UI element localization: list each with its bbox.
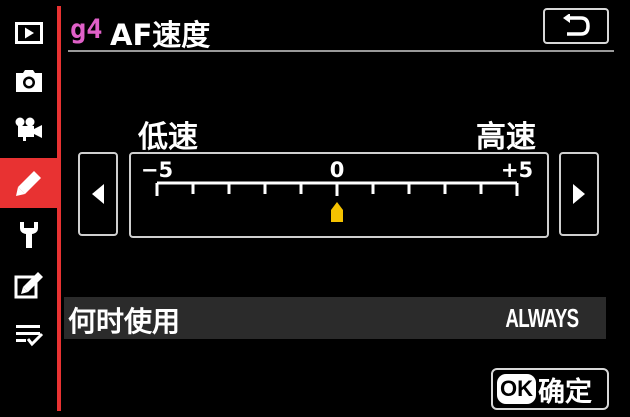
- retouch-icon: [14, 272, 43, 299]
- confirm-button[interactable]: OK 确定: [491, 368, 609, 410]
- movie-camera-icon: [15, 117, 42, 141]
- arrow-left-icon: [92, 184, 104, 204]
- scale-max-label: +5: [501, 158, 533, 182]
- confirm-label: 确定: [538, 376, 592, 408]
- menu-sidebar: [0, 0, 58, 417]
- sidebar-item-custom-settings[interactable]: [0, 158, 58, 208]
- sidebar-item-playback[interactable]: [0, 10, 58, 56]
- sidebar-accent-line: [57, 6, 61, 411]
- header-divider: [68, 50, 614, 52]
- sidebar-item-my-menu[interactable]: [0, 312, 58, 358]
- scale-mid-label: 0: [330, 158, 345, 182]
- sidebar-item-setup[interactable]: [0, 212, 58, 258]
- increase-button[interactable]: [559, 152, 599, 236]
- scale-ticks: [155, 183, 519, 196]
- wrench-icon: [20, 222, 38, 248]
- menu-code: g4: [70, 14, 103, 45]
- slider-scale: −5 0 +5: [141, 158, 533, 222]
- list-check-icon: [16, 325, 44, 347]
- menu-header: g4 AF速度: [68, 6, 614, 52]
- arrow-right-icon: [573, 184, 585, 204]
- when-to-use-label: 何时使用: [68, 305, 181, 338]
- sidebar-item-movie-shooting[interactable]: [0, 106, 58, 152]
- when-to-use-value: ALWAYS: [504, 303, 579, 333]
- play-icon: [15, 22, 43, 44]
- sidebar-item-retouch[interactable]: [0, 262, 58, 308]
- back-button[interactable]: [543, 8, 609, 44]
- slider-indicator: [331, 202, 343, 222]
- slow-label: 低速: [138, 120, 198, 155]
- camera-icon: [16, 70, 42, 92]
- page-title: AF速度: [110, 18, 211, 52]
- decrease-button[interactable]: [78, 152, 118, 236]
- when-to-use-row[interactable]: 何时使用 ALWAYS: [64, 297, 606, 339]
- scale-min-label: −5: [141, 158, 173, 182]
- sidebar-item-photo-shooting[interactable]: [0, 58, 58, 104]
- pencil-icon: [16, 171, 41, 196]
- fast-label: 高速: [476, 120, 536, 155]
- return-arrow-icon: [563, 14, 590, 36]
- ok-badge: OK: [497, 374, 536, 404]
